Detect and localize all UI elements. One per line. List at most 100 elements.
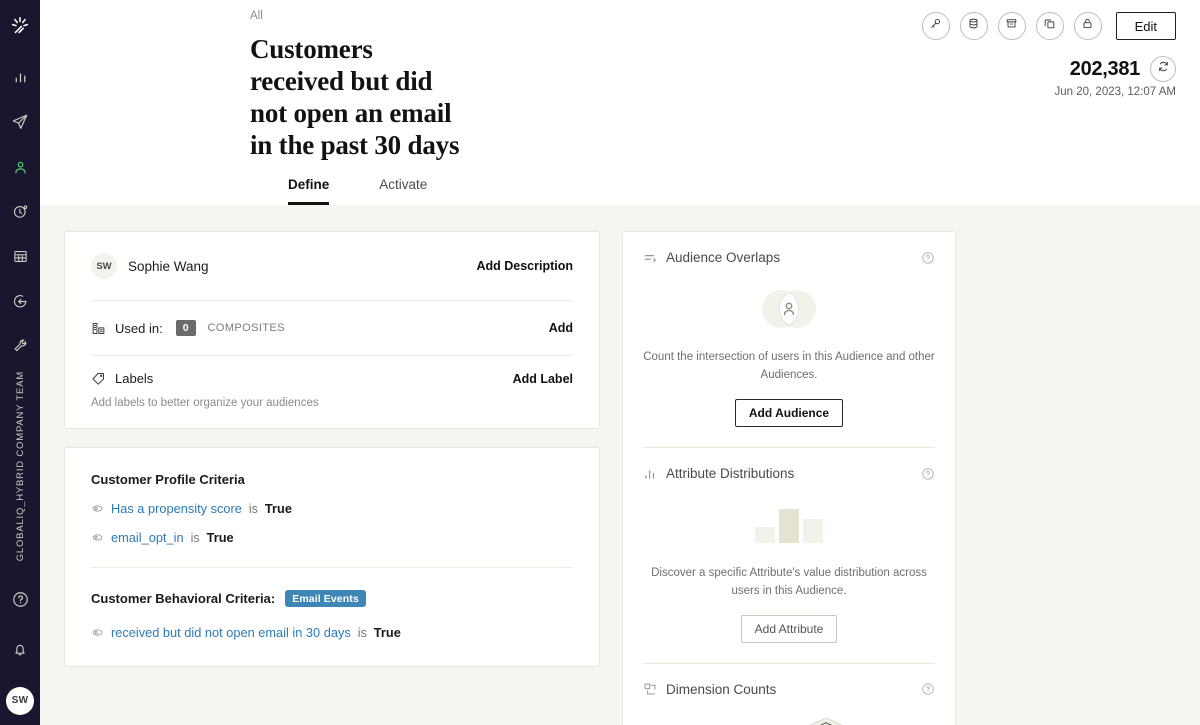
- data-source-button[interactable]: [960, 12, 988, 40]
- notifications-button[interactable]: [0, 627, 40, 677]
- panel-header: Dimension Counts: [643, 682, 935, 697]
- add-label-button[interactable]: Add Label: [513, 372, 573, 386]
- audience-count: 202,381: [1070, 58, 1140, 81]
- criteria-value: True: [207, 530, 234, 545]
- person-icon: [12, 159, 29, 181]
- criteria-operator: is: [191, 531, 200, 545]
- permissions-button[interactable]: [922, 12, 950, 40]
- criteria-field-link[interactable]: Has a propensity score: [111, 501, 242, 516]
- paper-plane-icon: [11, 113, 29, 136]
- panel-header: Attribute Distributions: [643, 466, 935, 481]
- panel-audience-overlaps: Audience Overlaps: [643, 232, 935, 447]
- panel-attribute-distributions: Attribute Distributions: [643, 448, 935, 663]
- bar: [803, 519, 823, 543]
- bar: [755, 527, 775, 543]
- criteria-row: Has a propensity score is True: [91, 501, 573, 516]
- panel-description: Count the intersection of users in this …: [643, 349, 935, 385]
- person-arrow-cube-icon: [643, 713, 935, 725]
- criteria-field-link[interactable]: received but did not open email in 30 da…: [111, 625, 351, 640]
- database-icon: [967, 17, 980, 35]
- behavioral-criteria-heading: Customer Behavioral Criteria:: [91, 591, 275, 606]
- owner-row: SW Sophie Wang Add Description: [91, 232, 573, 300]
- add-description-button[interactable]: Add Description: [476, 259, 573, 273]
- lock-icon: [1081, 17, 1094, 35]
- status-badge: Email Events: [285, 590, 366, 607]
- owner-avatar: SW: [91, 253, 117, 279]
- panel-title: Audience Overlaps: [666, 250, 780, 265]
- behavioral-criteria-header: Customer Behavioral Criteria: Email Even…: [91, 590, 573, 607]
- sidebar-item-integrations[interactable]: [0, 281, 40, 326]
- labels-title-group: Labels: [91, 371, 153, 386]
- cube-icon: [803, 716, 849, 725]
- edit-button[interactable]: Edit: [1116, 12, 1176, 40]
- lock-button[interactable]: [1074, 12, 1102, 40]
- sidebar-item-tools[interactable]: [0, 326, 40, 371]
- add-composite-button[interactable]: Add: [549, 321, 573, 335]
- bar: [779, 509, 799, 543]
- tag-icon: [91, 371, 106, 386]
- header-icon-row: Edit: [922, 12, 1176, 40]
- page-title: Customers received but did not open an e…: [64, 34, 464, 161]
- count-timestamp: Jun 20, 2023, 12:07 AM: [922, 86, 1176, 98]
- labels-header: Labels Add Label: [91, 371, 573, 386]
- sidebar-item-data-tables[interactable]: [0, 237, 40, 282]
- tab-activate[interactable]: Activate: [379, 177, 427, 205]
- labels-title: Labels: [115, 371, 153, 386]
- labels-block: Labels Add Label Add labels to better or…: [91, 356, 573, 428]
- overlap-lines-icon: [643, 251, 657, 265]
- used-in-group: Used in: 0 COMPOSITES: [91, 320, 285, 336]
- refresh-count-button[interactable]: [1150, 56, 1176, 82]
- add-audience-button[interactable]: Add Audience: [735, 399, 843, 427]
- eye-icon[interactable]: [91, 626, 104, 639]
- sidebar-item-audiences[interactable]: [0, 147, 40, 192]
- main-column: All Customers received but did not open …: [40, 0, 1200, 725]
- panel-header: Audience Overlaps: [643, 250, 935, 265]
- panel-action-wrap: Add Audience: [643, 399, 935, 427]
- import-arrow-icon: [12, 293, 29, 315]
- insights-panel: Audience Overlaps: [622, 231, 956, 725]
- archive-button[interactable]: [998, 12, 1026, 40]
- eye-icon[interactable]: [91, 531, 104, 544]
- panel-title: Attribute Distributions: [666, 466, 794, 481]
- add-attribute-button[interactable]: Add Attribute: [741, 615, 838, 643]
- spark-burst-logo[interactable]: [0, 8, 40, 44]
- help-button[interactable]: [0, 577, 40, 627]
- bar-chart-small-icon: [643, 467, 657, 481]
- sidebar-item-analytics[interactable]: [0, 58, 40, 103]
- avatar[interactable]: SW: [6, 687, 34, 715]
- help-circle-icon[interactable]: [921, 682, 935, 696]
- help-circle-icon[interactable]: [921, 467, 935, 481]
- panel-description: Discover a specific Attribute's value di…: [643, 565, 935, 601]
- org-team-label: GLOBALIQ_HYBRID COMPANY TEAM: [15, 371, 26, 561]
- composites-icon: [91, 321, 106, 336]
- duplicate-button[interactable]: [1036, 12, 1064, 40]
- dimension-cube-icon: [643, 682, 657, 696]
- sidebar-item-journeys[interactable]: [0, 192, 40, 237]
- help-circle-icon[interactable]: [921, 251, 935, 265]
- criteria-operator: is: [358, 626, 367, 640]
- dimension-art: [729, 716, 849, 725]
- question-circle-icon: [11, 590, 30, 614]
- criteria-divider: [91, 567, 573, 568]
- criteria-field-link[interactable]: email_opt_in: [111, 530, 184, 545]
- refresh-icon: [1157, 60, 1170, 78]
- clock-history-icon: [12, 203, 29, 225]
- duplicate-icon: [1043, 17, 1056, 35]
- bar-chart-icon: [12, 69, 29, 91]
- composites-count-badge: 0: [176, 320, 196, 336]
- panel-title-group: Dimension Counts: [643, 682, 776, 697]
- left-nav-rail: GLOBALIQ_HYBRID COMPANY TEAM: [0, 0, 40, 725]
- used-in-label: Used in:: [115, 321, 163, 336]
- sidebar-item-campaigns[interactable]: [0, 102, 40, 147]
- histogram-bars: [755, 507, 823, 543]
- panel-dimension-counts: Dimension Counts: [643, 664, 935, 725]
- eye-icon[interactable]: [91, 502, 104, 515]
- tab-bar: Define Activate: [64, 177, 1176, 205]
- profile-criteria-heading: Customer Profile Criteria: [91, 472, 573, 487]
- audience-count-row: 202,381: [922, 56, 1176, 82]
- right-column: Audience Overlaps: [622, 231, 956, 725]
- tab-define[interactable]: Define: [288, 177, 329, 205]
- archive-icon: [1005, 17, 1018, 35]
- page-header: All Customers received but did not open …: [40, 0, 1200, 205]
- criteria-value: True: [265, 501, 292, 516]
